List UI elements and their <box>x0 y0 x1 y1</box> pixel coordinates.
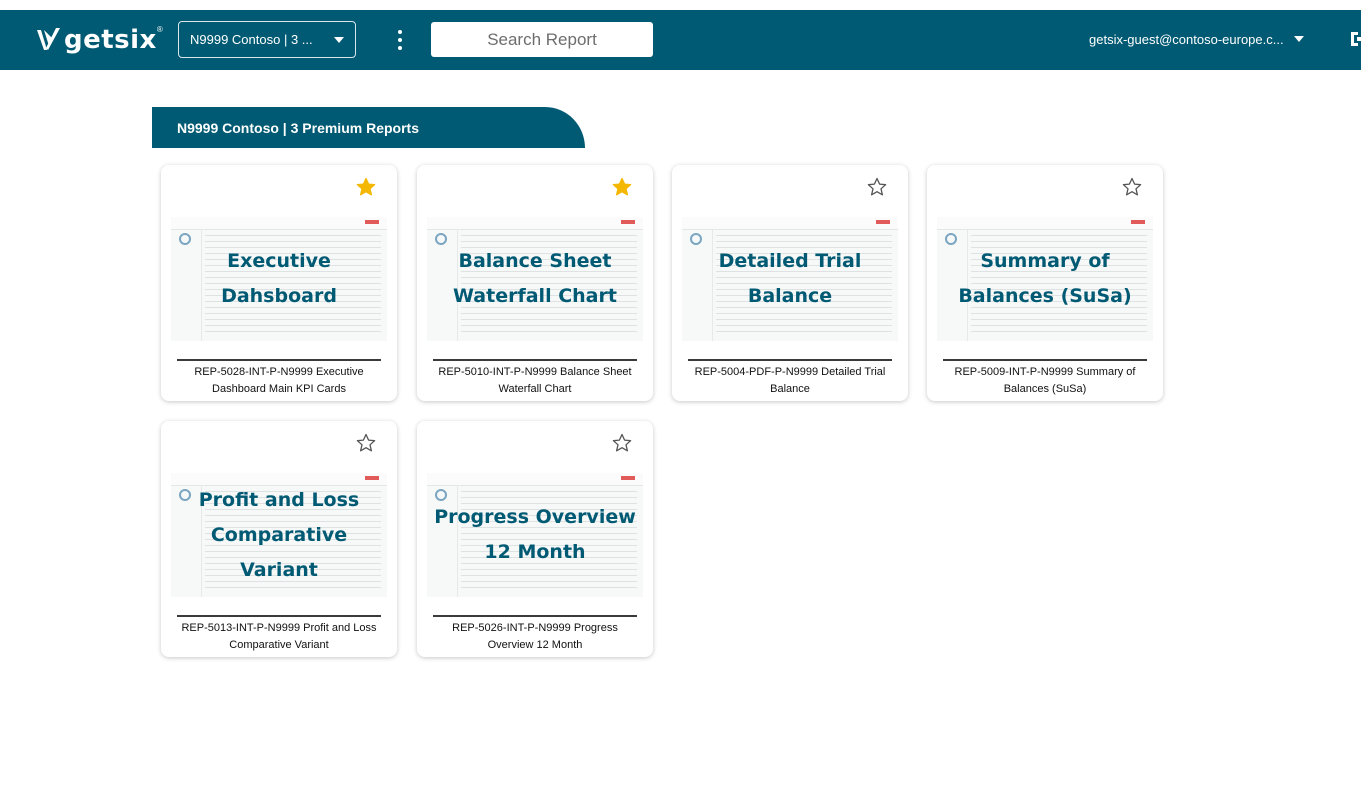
report-name: REP-5010-INT-P-N9999 Balance Sheet Water… <box>438 366 632 395</box>
star-outline-icon[interactable] <box>356 433 376 453</box>
thumbnail-title: Summary of Balances (SuSa) <box>958 250 1132 307</box>
section-title-text: N9999 Contoso | 3 Premium Reports <box>177 119 419 136</box>
report-thumbnail: Balance Sheet Waterfall Chart <box>427 217 643 341</box>
report-thumbnail: Profit and Loss Comparative Variant <box>171 473 387 597</box>
report-thumbnail: Executive Dahsboard <box>171 217 387 341</box>
report-name: REP-5009-INT-P-N9999 Summary of Balances… <box>954 366 1136 395</box>
star-outline-icon[interactable] <box>867 177 887 197</box>
report-name: REP-5013-INT-P-N9999 Profit and Loss Com… <box>181 622 377 651</box>
search-report-input[interactable] <box>431 22 653 57</box>
report-card[interactable]: Executive Dahsboard REP-5028-INT-P-N9999… <box>161 165 397 401</box>
chevron-down-icon <box>1293 36 1304 42</box>
client-selector-value: N9999 Contoso | 3 ... <box>190 32 313 47</box>
report-name: REP-5004-PDF-P-N9999 Detailed Trial Bala… <box>694 366 886 395</box>
star-filled-icon[interactable] <box>612 177 632 197</box>
client-selector[interactable]: N9999 Contoso | 3 ... <box>178 21 356 58</box>
logout-icon[interactable] <box>1349 30 1361 48</box>
getsix-logo[interactable]: getsix ® <box>36 23 163 57</box>
star-outline-icon[interactable] <box>612 433 632 453</box>
star-filled-icon[interactable] <box>356 177 376 197</box>
report-thumbnail: Detailed Trial Balance <box>682 217 898 341</box>
caption-divider <box>433 359 637 361</box>
report-card[interactable]: Profit and Loss Comparative Variant REP-… <box>161 421 397 657</box>
logo-registered-mark: ® <box>156 25 163 34</box>
thumbnail-title: Balance Sheet Waterfall Chart <box>453 250 617 307</box>
thumbnail-title: Progress Overview 12 Month <box>434 506 636 563</box>
report-card[interactable]: Summary of Balances (SuSa) REP-5009-INT-… <box>927 165 1163 401</box>
logo-text: getsix <box>64 25 157 55</box>
user-menu[interactable]: getsix-guest@contoso-europe.c... <box>1089 29 1304 49</box>
user-email: getsix-guest@contoso-europe.c... <box>1089 31 1284 47</box>
chevron-down-icon <box>334 37 344 43</box>
thumbnail-title: Profit and Loss Comparative Variant <box>198 488 360 581</box>
report-card[interactable]: Balance Sheet Waterfall Chart REP-5010-I… <box>417 165 653 401</box>
caption-divider <box>177 615 381 617</box>
app-header: getsix ® N9999 Contoso | 3 ... getsix-gu… <box>0 10 1361 70</box>
star-outline-icon[interactable] <box>1122 177 1142 197</box>
thumbnail-title: Executive Dahsboard <box>221 250 337 307</box>
report-card[interactable]: Progress Overview 12 Month REP-5026-INT-… <box>417 421 653 657</box>
report-thumbnail: Summary of Balances (SuSa) <box>937 217 1153 341</box>
caption-divider <box>688 359 892 361</box>
thumbnail-title: Detailed Trial Balance <box>718 250 862 307</box>
kebab-menu-icon[interactable] <box>393 29 407 51</box>
report-thumbnail: Progress Overview 12 Month <box>427 473 643 597</box>
report-name: REP-5028-INT-P-N9999 Executive Dashboard… <box>194 366 364 395</box>
report-card[interactable]: Detailed Trial Balance REP-5004-PDF-P-N9… <box>672 165 908 401</box>
report-name: REP-5026-INT-P-N9999 Progress Overview 1… <box>452 622 618 651</box>
logo-mark-icon <box>37 28 60 50</box>
top-strip <box>0 0 1361 10</box>
caption-divider <box>433 615 637 617</box>
section-title: N9999 Contoso | 3 Premium Reports <box>152 107 585 148</box>
caption-divider <box>177 359 381 361</box>
caption-divider <box>943 359 1147 361</box>
